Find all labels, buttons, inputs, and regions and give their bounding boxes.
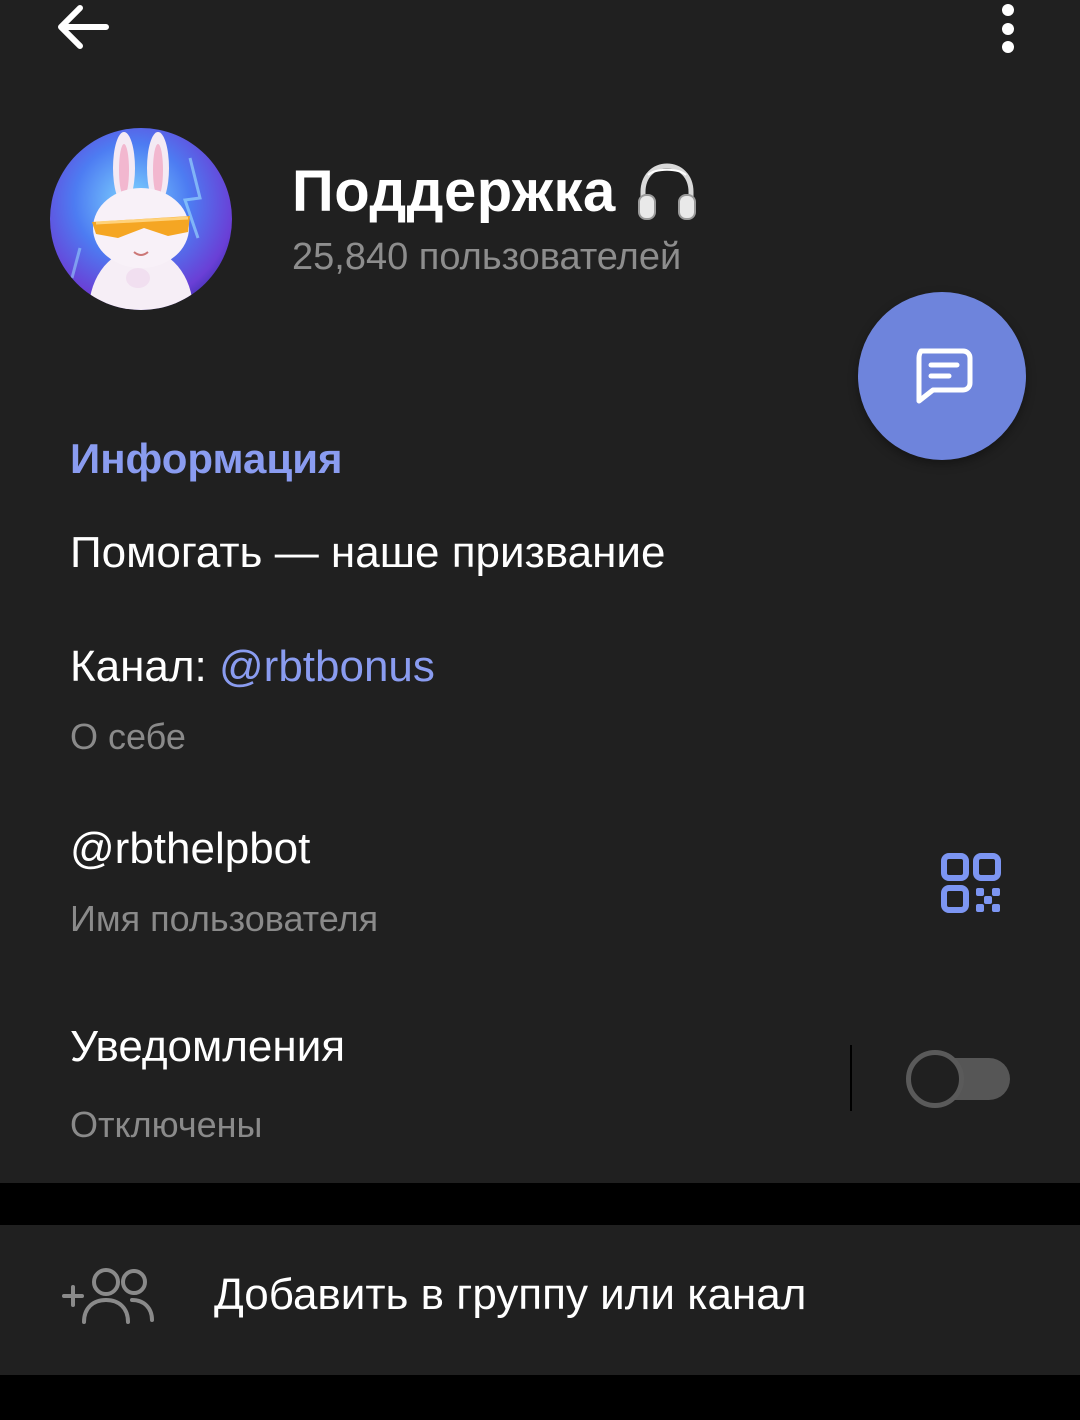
notifications-toggle[interactable] — [906, 1050, 1010, 1108]
username-caption: Имя пользователя — [70, 898, 379, 939]
channel-row: Канал: @rbtbonus — [70, 642, 435, 692]
add-to-group-label[interactable]: Добавить в группу или канал — [214, 1270, 806, 1320]
channel-caption: О себе — [70, 716, 186, 757]
section-gap — [0, 1183, 1080, 1225]
page-title: Поддержка — [292, 159, 616, 224]
headphones-icon — [637, 162, 696, 220]
bunny-avatar — [50, 128, 232, 310]
qr-code-icon[interactable] — [940, 852, 1002, 914]
bio-text: Помогать — наше призвание — [70, 528, 666, 577]
avatar[interactable] — [50, 128, 232, 310]
message-icon — [916, 348, 973, 404]
bottom-area — [0, 1375, 1080, 1420]
more-vertical-icon[interactable] — [990, 0, 1026, 56]
username-value[interactable]: @rbthelpbot — [70, 824, 310, 874]
add-user-icon — [62, 1268, 154, 1324]
message-button[interactable] — [858, 292, 1026, 460]
toggle-thumb — [906, 1050, 964, 1108]
channel-link[interactable]: @rbtbonus — [219, 642, 435, 691]
notifications-status: Отключены — [70, 1104, 263, 1145]
section-title: Информация — [70, 435, 343, 482]
member-count: 25,840 пользователей — [292, 236, 682, 278]
arrow-left-icon[interactable] — [52, 0, 112, 56]
channel-prefix: Канал: — [70, 642, 219, 691]
title-row: Поддержка — [292, 158, 700, 225]
notifications-label: Уведомления — [70, 1022, 346, 1071]
divider — [850, 1045, 852, 1111]
